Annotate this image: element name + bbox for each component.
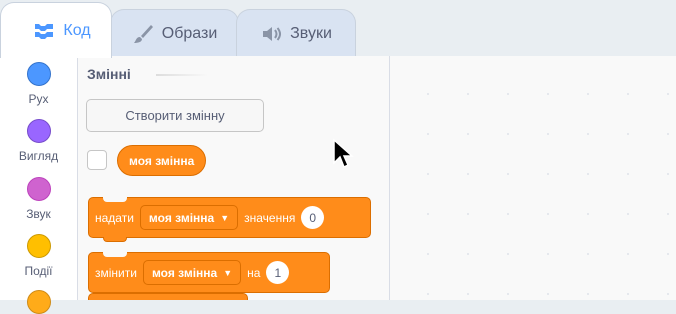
variable-monitor-checkbox[interactable] (87, 150, 107, 170)
set-value-input[interactable]: 0 (301, 206, 325, 229)
tab-costumes[interactable]: Образи (110, 9, 239, 57)
category-motion[interactable]: Рух (0, 62, 77, 106)
category-events-label: Події (24, 264, 53, 278)
variables-section-title: Змінні (87, 66, 131, 82)
category-looks[interactable]: Вигляд (0, 119, 77, 163)
make-variable-button[interactable]: Створити змінну (86, 99, 264, 132)
editor-tab-bar: Код Образи Звуки (0, 0, 676, 58)
mouse-cursor-icon (333, 138, 354, 169)
block-palette: Змінні Створити змінну моя змінна надати… (78, 56, 390, 300)
code-blocks-icon (33, 20, 55, 42)
set-variable-block[interactable]: надати моя змінна ▼ значення 0 (88, 197, 371, 242)
change-variable-dropdown-value: моя змінна (151, 265, 218, 280)
change-value-input[interactable]: 1 (266, 261, 290, 284)
block-notch (103, 252, 127, 257)
partial-block[interactable] (88, 293, 248, 300)
change-block-by-label: на (247, 265, 261, 280)
tab-sounds-label: Звуки (290, 24, 332, 42)
tab-sounds[interactable]: Звуки (236, 9, 356, 57)
category-events-dot (26, 234, 51, 258)
category-looks-dot (26, 119, 51, 143)
set-variable-dropdown[interactable]: моя змінна ▼ (139, 205, 239, 230)
category-menu: Рух Вигляд Звук Події (0, 56, 78, 314)
chevron-down-icon: ▼ (220, 212, 230, 223)
paintbrush-icon (132, 23, 154, 45)
tab-code-label: Код (63, 21, 91, 39)
block-notch (103, 197, 127, 202)
change-variable-dropdown[interactable]: моя змінна ▼ (142, 260, 242, 285)
category-control[interactable] (0, 290, 77, 314)
block-tab (103, 237, 127, 242)
script-workspace[interactable] (390, 56, 676, 300)
set-variable-dropdown-value: моя змінна (148, 210, 215, 225)
set-block-label: надати (95, 210, 134, 225)
category-motion-label: Рух (28, 92, 49, 106)
variable-reporter-block[interactable]: моя змінна (117, 145, 207, 176)
category-looks-label: Вигляд (18, 149, 59, 163)
category-sound-label: Звук (26, 207, 51, 221)
tab-code[interactable]: Код (0, 2, 112, 58)
tab-costumes-label: Образи (161, 24, 218, 42)
set-block-to-label: значення (244, 210, 296, 225)
section-title-rule (156, 74, 208, 76)
category-sound[interactable]: Звук (0, 177, 77, 221)
change-block-label: змінити (95, 265, 137, 280)
code-editor: Рух Вигляд Звук Події Змінні Створити зм… (0, 56, 676, 314)
speaker-icon (260, 23, 282, 45)
category-control-dot (26, 290, 51, 314)
category-motion-dot (26, 62, 51, 86)
category-sound-dot (26, 177, 51, 201)
change-variable-block[interactable]: змінити моя змінна ▼ на 1 (88, 252, 330, 293)
category-events[interactable]: Події (0, 234, 77, 278)
chevron-down-icon: ▼ (223, 267, 233, 278)
